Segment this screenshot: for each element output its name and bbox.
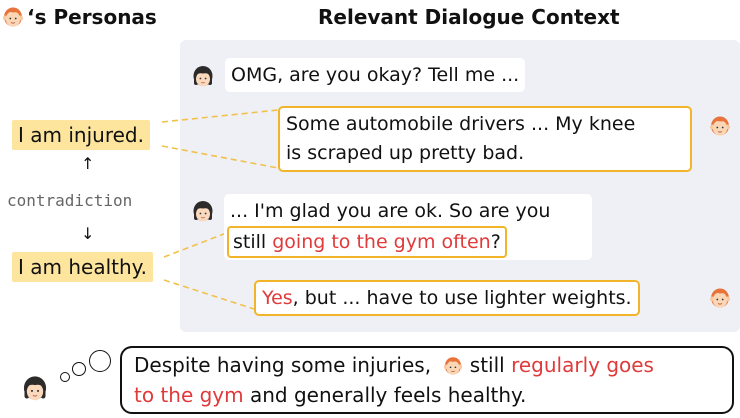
connector-line [163, 231, 230, 258]
summary-line2: to the gym and generally feels healthy. [134, 380, 720, 410]
girl-face-icon [192, 64, 214, 88]
persona-injured: I am injured. [12, 120, 150, 150]
utterance-1: OMG, are you okay? Tell me ... [225, 58, 526, 92]
thought-bubble-icon [72, 362, 86, 376]
utterance-4: Yes, but ... have to use lighter weights… [254, 280, 640, 316]
utterance-4-emphasis: Yes [262, 287, 293, 309]
thought-bubble-icon [89, 350, 111, 372]
summary-line1: Despite having some injuries, still regu… [134, 350, 720, 380]
boy-face-icon [443, 354, 463, 376]
girl-face-icon [192, 199, 214, 223]
arrow-up-icon: ↑ [81, 154, 95, 173]
summary-emphasis-2: to the gym [134, 383, 244, 407]
utterance-2: Some automobile drivers ... My knee is s… [278, 106, 692, 172]
utterance-4-text: , but ... have to use lighter weights. [292, 287, 632, 309]
utterance-3-highlight: still going to the gym often? [227, 226, 507, 258]
boy-face-icon [709, 113, 731, 137]
thought-bubble-icon [60, 372, 70, 382]
utterance-3-pre: still [233, 231, 273, 253]
connector-line [161, 145, 279, 169]
contradiction-label: contradiction [7, 191, 133, 210]
connector-line [163, 279, 255, 310]
utterance-3-line1: ... I'm glad you are ok. So are you [230, 200, 551, 222]
summary-part3: and generally feels healthy. [243, 383, 527, 407]
summary-part2: still [463, 353, 512, 377]
summary-emphasis-1: regularly goes [511, 353, 654, 377]
girl-face-icon [22, 374, 48, 402]
utterance-2-line2: is scraped up pretty bad. [286, 142, 525, 164]
utterance-1-text: OMG, are you okay? Tell me ... [231, 64, 520, 86]
utterance-2-line1: Some automobile drivers ... My knee [286, 113, 636, 135]
utterance-3-post: ? [490, 231, 501, 253]
utterance-3-emphasis: going to the gym often [272, 231, 491, 253]
persona-healthy: I am healthy. [12, 252, 154, 282]
summary-part1: Despite having some injuries, [134, 353, 432, 377]
utterance-3: ... I'm glad you are ok. So are you stil… [224, 194, 592, 260]
connector-line [161, 109, 279, 123]
boy-face-icon [709, 285, 731, 309]
summary-box: Despite having some injuries, still regu… [120, 346, 734, 414]
arrow-down-icon: ↓ [81, 224, 95, 243]
